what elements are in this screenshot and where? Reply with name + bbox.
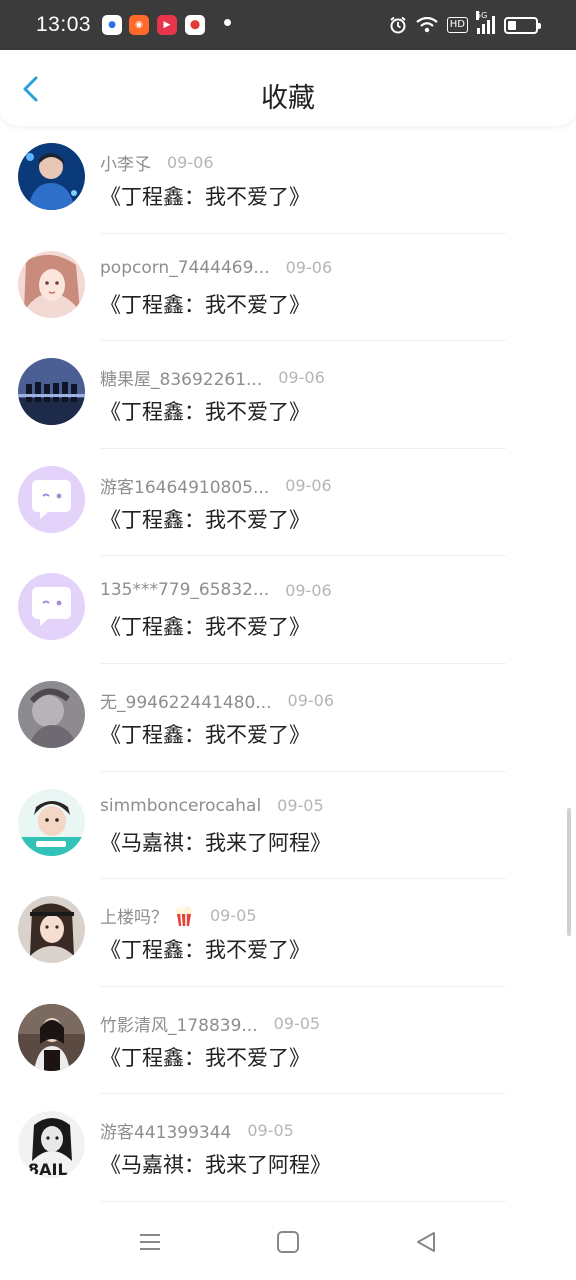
- item-date: 09-05: [247, 1121, 294, 1141]
- item-title[interactable]: 《丁程鑫：我不爱了》: [100, 611, 310, 641]
- item-date: 09-06: [278, 368, 325, 388]
- list-item[interactable]: 游客16464910805... 09-06 《丁程鑫：我不爱了》: [0, 449, 576, 557]
- item-date: 09-06: [285, 475, 332, 495]
- list-item[interactable]: 无_994622441480... 09-06 《丁程鑫：我不爱了》: [0, 664, 576, 772]
- list-item[interactable]: 竹影清风_178839... 09-05 《丁程鑫：我不爱了》: [0, 987, 576, 1095]
- list-item[interactable]: simmboncerocahal 09-05 《马嘉祺：我来了阿程》: [0, 772, 576, 880]
- item-title[interactable]: 《丁程鑫：我不爱了》: [100, 181, 310, 211]
- avatar[interactable]: [18, 465, 85, 533]
- nav-bar: [0, 1206, 576, 1280]
- header: 收藏: [0, 50, 576, 126]
- status-right: HD 5G: [389, 11, 541, 37]
- list-item[interactable]: 135***779_65832... 09-06 《丁程鑫：我不爱了》: [0, 556, 576, 664]
- wifi-icon: [416, 17, 438, 33]
- item-meta: 小李孓 09-06: [100, 150, 214, 175]
- list-item[interactable]: 糖果屋_83692261... 09-06 《丁程鑫：我不爱了》: [0, 341, 576, 449]
- divider: [100, 1200, 506, 1202]
- avatar[interactable]: [18, 573, 85, 641]
- user-name: 无_994622441480...: [100, 692, 272, 713]
- item-date: 09-05: [277, 796, 324, 816]
- item-meta: 游客16464910805... 09-06: [100, 473, 332, 498]
- popcorn-icon: [174, 904, 194, 927]
- item-date: 09-06: [167, 153, 214, 172]
- list-item[interactable]: 小李孓 09-06 《丁程鑫：我不爱了》: [0, 126, 576, 234]
- battery-level: [508, 20, 516, 30]
- alarm-icon: [390, 16, 406, 34]
- item-meta: 竹影清风_178839... 09-05: [100, 1011, 320, 1036]
- list-item[interactable]: popcorn_7444469... 09-06 《丁程鑫：我不爱了》: [0, 234, 576, 342]
- status-time: 13:03: [36, 13, 92, 36]
- item-title[interactable]: 《丁程鑫：我不爱了》: [100, 504, 310, 534]
- item-meta: 上楼吗？ 09-05: [100, 903, 257, 928]
- svg-text:8AIL: 8AIL: [28, 1160, 68, 1178]
- item-meta: 游客441399344 09-05: [100, 1118, 294, 1143]
- user-name: simmboncerocahal: [100, 795, 262, 816]
- favorites-list: 小李孓 09-06 《丁程鑫：我不爱了》 popcorn_7444469... 09-0…: [0, 126, 576, 1202]
- back-triangle-icon[interactable]: [410, 1226, 442, 1258]
- user-name: 小李孓: [100, 155, 151, 175]
- item-meta: 135***779_65832... 09-06: [100, 580, 332, 600]
- user-name: 竹影清风_178839...: [100, 1015, 258, 1036]
- avatar[interactable]: [18, 250, 85, 318]
- battery-icon: [504, 16, 541, 34]
- avatar[interactable]: [18, 1003, 85, 1071]
- item-title[interactable]: 《丁程鑫：我不爱了》: [100, 1042, 310, 1072]
- video-app-icon: ▶: [157, 15, 177, 35]
- item-title[interactable]: 《丁程鑫：我不爱了》: [100, 289, 310, 319]
- map-app-icon: ⬤: [185, 15, 205, 35]
- user-name: 上楼吗？: [100, 908, 168, 929]
- hd-badge: HD: [446, 17, 468, 33]
- scrollbar[interactable]: [567, 808, 571, 936]
- user-name: popcorn_7444469...: [100, 257, 270, 278]
- status-bar: 13:03 ● ◉ ▶ ⬤ HD 5G: [0, 0, 576, 50]
- item-title[interactable]: 《丁程鑫：我不爱了》: [100, 934, 310, 964]
- item-date: 09-06: [285, 258, 333, 278]
- item-date: 09-06: [287, 690, 335, 710]
- avatar[interactable]: [18, 143, 85, 210]
- item-meta: popcorn_7444469... 09-06: [100, 258, 332, 278]
- page-title: 收藏: [261, 83, 315, 114]
- item-date: 09-05: [273, 1013, 321, 1033]
- list-item[interactable]: 上楼吗？ 09-05 《丁程鑫：我不爱了》: [0, 879, 576, 987]
- avatar[interactable]: [18, 358, 85, 426]
- user-name: 糖果屋_83692261...: [100, 370, 263, 391]
- item-meta: simmboncerocahal 09-05: [100, 796, 324, 816]
- baidu-app-icon: ●: [102, 15, 122, 35]
- user-name: 游客16464910805...: [100, 477, 270, 498]
- item-title[interactable]: 《丁程鑫：我不爱了》: [100, 719, 310, 749]
- signal-icon: 5G: [476, 11, 495, 34]
- avatar[interactable]: 8AIL: [18, 1111, 85, 1179]
- item-title[interactable]: 《马嘉祺：我来了阿程》: [100, 827, 331, 857]
- item-title[interactable]: 《丁程鑫：我不爱了》: [100, 396, 310, 426]
- user-name: 游客441399344: [100, 1123, 232, 1144]
- user-name: 135***779_65832...: [100, 580, 270, 601]
- list-item[interactable]: 8AIL 游客441399344 09-05 《马嘉祺：我来了阿程》: [0, 1094, 576, 1202]
- item-date: 09-05: [210, 906, 257, 926]
- item-meta: 糖果屋_83692261... 09-06: [100, 365, 325, 390]
- menu-icon[interactable]: [134, 1226, 166, 1258]
- avatar[interactable]: [18, 896, 85, 964]
- notification-dot-icon: [224, 19, 231, 26]
- item-date: 09-06: [285, 580, 332, 600]
- item-title[interactable]: 《马嘉祺：我来了阿程》: [100, 1149, 331, 1179]
- item-meta: 无_994622441480... 09-06: [100, 688, 334, 713]
- home-icon[interactable]: [272, 1226, 304, 1258]
- bilibili-app-icon: ◉: [129, 15, 149, 35]
- avatar[interactable]: [18, 680, 85, 748]
- network-type: 5G: [476, 11, 488, 20]
- avatar[interactable]: [18, 788, 85, 856]
